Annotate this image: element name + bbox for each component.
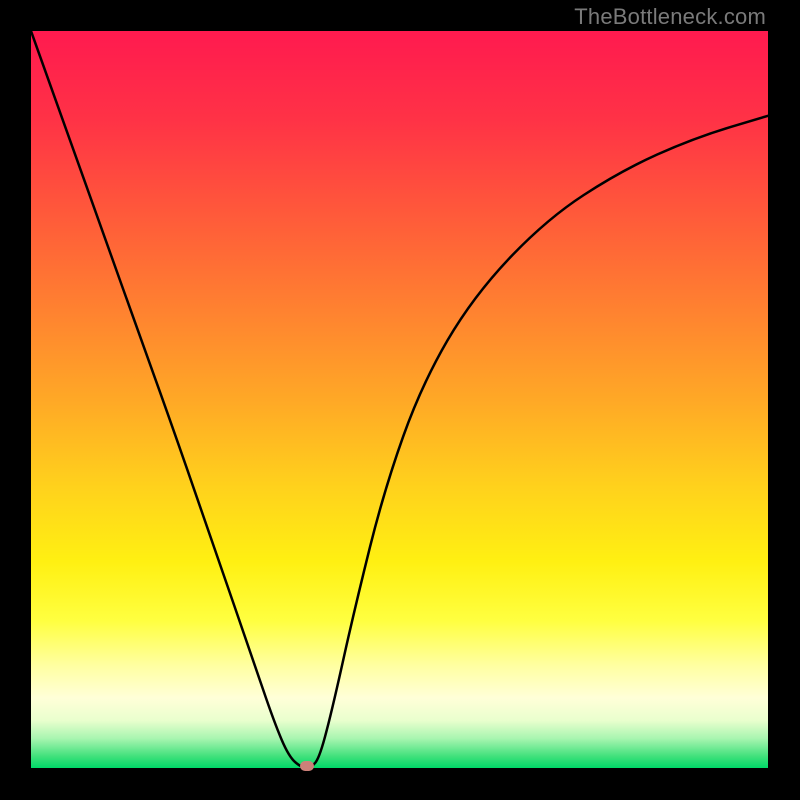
optimal-point-marker [300,761,314,771]
watermark-text: TheBottleneck.com [574,4,766,30]
bottleneck-curve [31,31,768,768]
chart-plot-area [31,31,768,768]
